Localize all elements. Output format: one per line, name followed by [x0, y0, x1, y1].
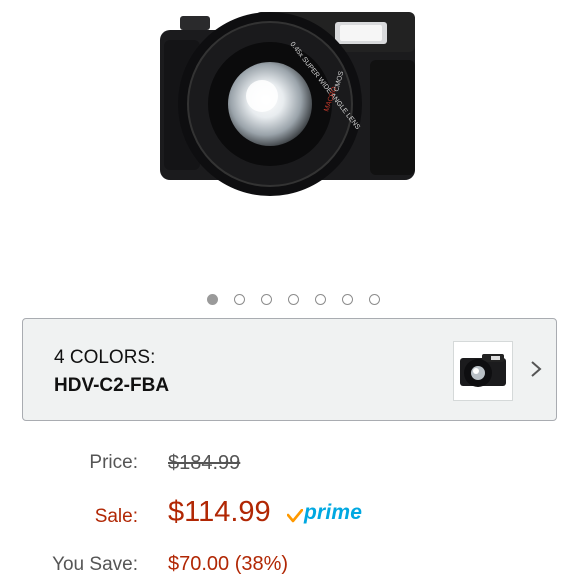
- price-label: Price:: [89, 452, 138, 473]
- sale-label: Sale:: [94, 506, 138, 527]
- product-image[interactable]: 0.45x SUPER WIDE ANGLE LENS MACRO CMOS: [150, 0, 430, 200]
- carousel-dot-7[interactable]: [368, 294, 380, 305]
- carousel-dot-4[interactable]: [287, 294, 299, 305]
- prime-check-icon: [287, 509, 303, 523]
- chevron-right-icon[interactable]: [529, 359, 543, 379]
- carousel-dot-2[interactable]: [233, 294, 245, 305]
- prime-badge: prime: [287, 498, 362, 528]
- selected-model: HDV-C2-FBA: [54, 375, 170, 396]
- image-carousel-dots: [0, 294, 580, 310]
- carousel-dot-1[interactable]: [206, 294, 218, 305]
- sale-price: $114.99: [168, 496, 271, 528]
- variation-thumbnail: [453, 341, 513, 401]
- sale-row: Sale: $114.99 prime: [0, 496, 580, 530]
- savings-row: You Save: $70.00 (38%): [0, 548, 580, 582]
- colors-label: 4 COLORS:: [54, 347, 156, 368]
- you-save-label: You Save:: [52, 554, 138, 575]
- prime-label: prime: [304, 501, 363, 524]
- carousel-dot-3[interactable]: [260, 294, 272, 305]
- carousel-dot-5[interactable]: [314, 294, 326, 305]
- savings-amount: $70.00 (38%): [168, 553, 289, 575]
- price-row: Price: $184.99: [0, 448, 580, 482]
- camera-icon: 0.45x SUPER WIDE ANGLE LENS MACRO CMOS: [160, 12, 415, 196]
- carousel-dot-6[interactable]: [341, 294, 353, 305]
- color-variation-selector[interactable]: 4 COLORS: HDV-C2-FBA: [22, 318, 557, 421]
- list-price: $184.99: [168, 452, 241, 474]
- camera-thumbnail-icon: [460, 354, 506, 387]
